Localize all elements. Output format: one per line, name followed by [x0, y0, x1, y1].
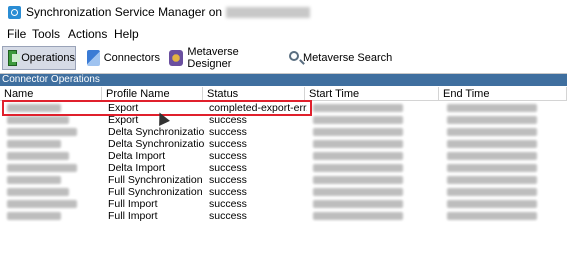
name-cell-redacted — [4, 162, 103, 174]
start-time-cell-redacted — [310, 138, 441, 150]
table-row[interactable]: Full Import success — [0, 198, 567, 210]
operations-label: Operations — [21, 52, 75, 64]
menu-file[interactable]: File — [7, 27, 26, 41]
table-row[interactable]: Delta Synchronization success — [0, 138, 567, 150]
table-row[interactable]: Full Import success — [0, 210, 567, 222]
start-time-cell-redacted — [310, 186, 441, 198]
window-title: Synchronization Service Manager on — [26, 5, 311, 19]
name-cell-redacted — [4, 126, 103, 138]
profile-name-cell: Delta Synchronization — [108, 138, 205, 150]
end-time-cell-redacted — [444, 114, 567, 126]
start-time-cell-redacted — [310, 162, 441, 174]
name-cell-redacted — [4, 186, 103, 198]
table-row[interactable]: Delta Import success — [0, 162, 567, 174]
name-cell-redacted — [4, 198, 103, 210]
metaverse-designer-icon — [169, 50, 184, 66]
status-cell: success — [209, 162, 247, 174]
toolbar: Operations Connectors Metaverse Designer… — [0, 45, 567, 74]
menu-bar: File Tools Actions Help — [0, 26, 567, 42]
start-time-cell-redacted — [310, 126, 441, 138]
window-title-text: Synchronization Service Manager on — [26, 5, 223, 19]
profile-name-cell: Full Import — [108, 210, 158, 222]
column-header-start-time[interactable]: Start Time — [305, 87, 439, 101]
end-time-cell-redacted — [444, 162, 567, 174]
end-time-cell-redacted — [444, 174, 567, 186]
metaverse-designer-label: Metaverse Designer — [187, 46, 239, 70]
connectors-label: Connectors — [103, 52, 160, 64]
end-time-cell-redacted — [444, 138, 567, 150]
status-cell: success — [209, 150, 247, 162]
profile-name-cell: Delta Import — [108, 162, 166, 174]
name-cell-redacted — [4, 174, 103, 186]
search-icon — [289, 51, 299, 61]
status-cell: success — [209, 138, 247, 150]
start-time-cell-redacted — [310, 174, 441, 186]
column-header-name[interactable]: Name — [0, 87, 102, 101]
profile-name-cell: Delta Import — [108, 150, 166, 162]
sync-service-app-icon — [8, 6, 21, 19]
profile-name-cell: Full Synchronization — [108, 174, 203, 186]
end-time-cell-redacted — [444, 210, 567, 222]
status-cell: success — [209, 186, 247, 198]
name-cell-redacted — [4, 210, 103, 222]
profile-name-cell: Full Synchronization — [108, 186, 203, 198]
title-bar: Synchronization Service Manager on — [0, 0, 567, 24]
operations-icon — [8, 50, 21, 66]
name-cell-redacted — [4, 138, 103, 150]
menu-help[interactable]: Help — [114, 27, 139, 41]
status-cell: success — [209, 210, 247, 222]
connectors-button[interactable]: Connectors — [82, 46, 160, 70]
profile-name-cell: Full Import — [108, 198, 158, 210]
connector-operations-header: Connector Operations — [0, 74, 567, 86]
connectors-icon — [87, 50, 100, 66]
column-header-status[interactable]: Status — [203, 87, 305, 101]
end-time-cell-redacted — [444, 126, 567, 138]
status-cell: success — [209, 198, 247, 210]
metaverse-search-button[interactable]: Metaverse Search — [284, 46, 394, 70]
metaverse-search-label: Metaverse Search — [303, 52, 393, 64]
start-time-cell-redacted — [310, 114, 441, 126]
menu-actions[interactable]: Actions — [68, 27, 107, 41]
end-time-cell-redacted — [444, 198, 567, 210]
profile-name-cell: Delta Synchronization — [108, 126, 205, 138]
end-time-cell-redacted — [444, 150, 567, 162]
end-time-cell-redacted — [444, 102, 567, 114]
start-time-cell-redacted — [310, 198, 441, 210]
name-cell-redacted — [4, 150, 103, 162]
menu-tools[interactable]: Tools — [32, 27, 60, 41]
redacted-server-name — [226, 7, 311, 19]
table-row[interactable]: Delta Import success — [0, 150, 567, 162]
table-row[interactable]: Full Synchronization success — [0, 174, 567, 186]
metaverse-designer-button[interactable]: Metaverse Designer — [164, 46, 276, 70]
end-time-cell-redacted — [444, 186, 567, 198]
column-header-profile-name[interactable]: Profile Name — [102, 87, 203, 101]
operations-button[interactable]: Operations — [2, 46, 76, 70]
start-time-cell-redacted — [310, 150, 441, 162]
start-time-cell-redacted — [310, 102, 441, 114]
status-cell: success — [209, 174, 247, 186]
start-time-cell-redacted — [310, 210, 441, 222]
table-row[interactable]: Delta Synchronization success — [0, 126, 567, 138]
column-header-end-time[interactable]: End Time — [439, 87, 567, 101]
status-cell: success — [209, 126, 247, 138]
table-row[interactable]: Full Synchronization success — [0, 186, 567, 198]
